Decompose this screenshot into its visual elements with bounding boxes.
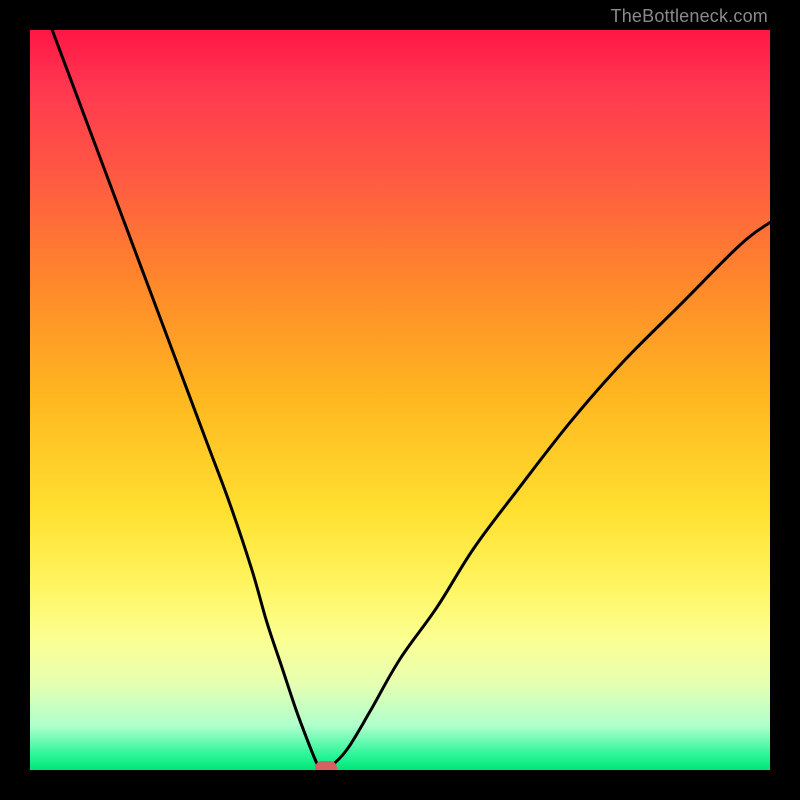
bottleneck-curve: [52, 30, 770, 768]
plot-area: [30, 30, 770, 770]
curve-layer: [30, 30, 770, 770]
min-marker-icon: [315, 761, 337, 770]
chart-frame: TheBottleneck.com: [0, 0, 800, 800]
watermark-label: TheBottleneck.com: [611, 6, 768, 27]
